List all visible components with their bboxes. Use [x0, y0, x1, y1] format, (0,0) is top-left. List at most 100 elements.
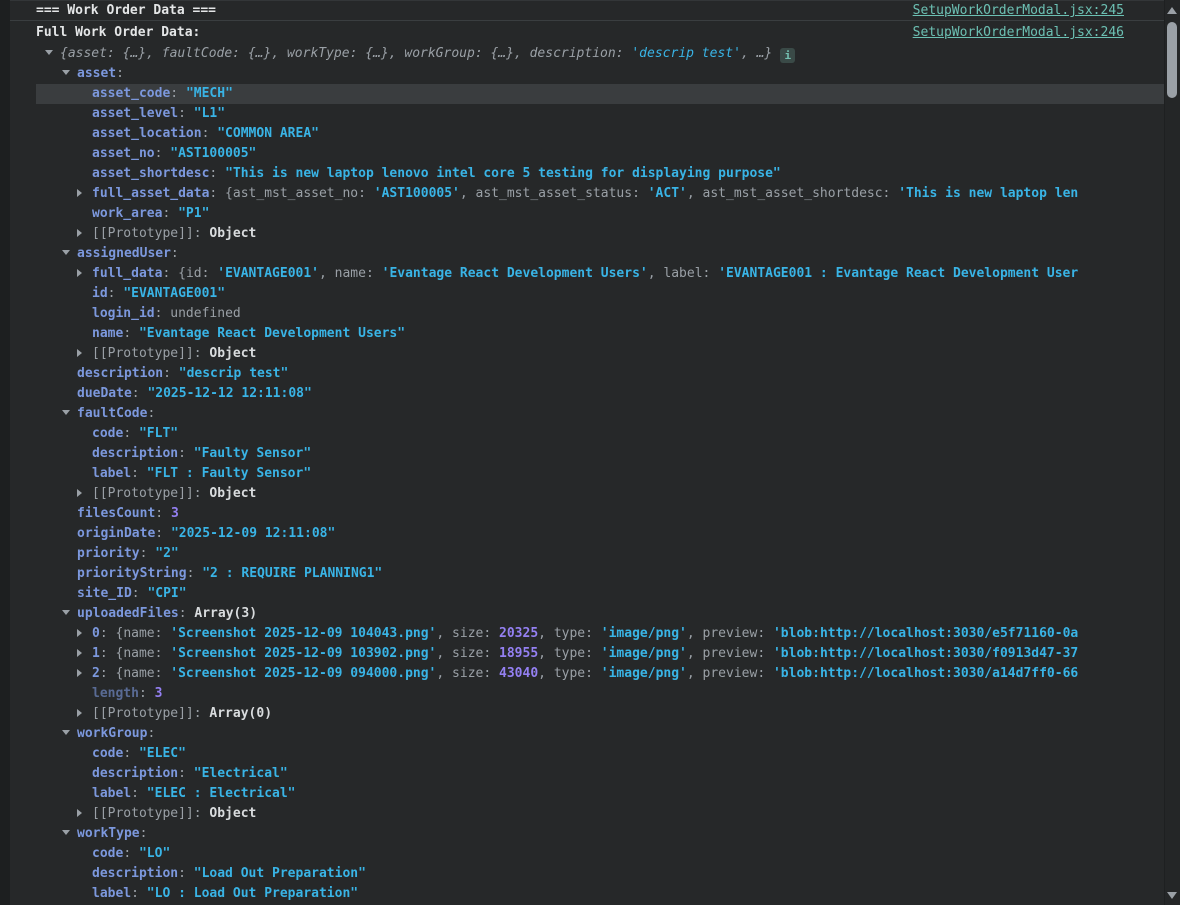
tree-row[interactable]: asset_level: "L1" — [36, 104, 1164, 124]
console-tree: {asset: {…}, faultCode: {…}, workType: {… — [10, 44, 1164, 904]
punctuation: : — [155, 506, 171, 521]
tree-row[interactable]: [[Prototype]]: Object — [36, 224, 1164, 244]
property-key: login_id — [92, 306, 155, 321]
string-value: "COMMON AREA" — [217, 126, 319, 141]
property-key: dueDate — [77, 386, 132, 401]
tree-row[interactable]: {asset: {…}, faultCode: {…}, workType: {… — [36, 44, 1164, 64]
object-value: Object — [209, 806, 256, 821]
punctuation: : — [123, 426, 139, 441]
tree-row[interactable]: asset_location: "COMMON AREA" — [36, 124, 1164, 144]
tree-row[interactable]: assignedUser: — [36, 244, 1164, 264]
tree-row[interactable]: 1: {name: 'Screenshot 2025-12-09 103902.… — [36, 644, 1164, 664]
tree-row[interactable]: [[Prototype]]: Object — [36, 484, 1164, 504]
punctuation: : — [123, 746, 139, 761]
tree-row[interactable]: asset_shortdesc: "This is new laptop len… — [36, 164, 1164, 184]
tree-row[interactable]: work_area: "P1" — [36, 204, 1164, 224]
punctuation: : — [187, 566, 203, 581]
punctuation: : — [155, 146, 171, 161]
vertical-scrollbar[interactable] — [1164, 0, 1180, 905]
tree-row[interactable]: description: "Electrical" — [36, 764, 1164, 784]
tree-row[interactable]: description: "Faulty Sensor" — [36, 444, 1164, 464]
tree-row[interactable]: originDate: "2025-12-09 12:11:08" — [36, 524, 1164, 544]
punctuation: : — [757, 626, 773, 641]
string-value: 'Screenshot 2025-12-09 104043.png' — [170, 626, 436, 641]
tree-row[interactable]: [[Prototype]]: Array(0) — [36, 704, 1164, 724]
tree-row[interactable]: site_ID: "CPI" — [36, 584, 1164, 604]
tree-row[interactable]: [[Prototype]]: Object — [36, 344, 1164, 364]
expand-arrow-icon[interactable] — [77, 804, 92, 824]
string-value: 'image/png' — [601, 626, 687, 641]
scrollbar-thumb[interactable] — [1167, 22, 1177, 98]
expand-arrow-icon[interactable] — [77, 224, 92, 244]
punctuation: , — [538, 626, 554, 641]
tree-row[interactable]: asset_no: "AST100005" — [36, 144, 1164, 164]
punctuation: , — [687, 626, 703, 641]
tree-row[interactable]: code: "FLT" — [36, 424, 1164, 444]
string-value: 'EVANTAGE001 : Evantage React Developmen… — [718, 266, 1078, 281]
string-value: 'blob:http://localhost:3030/a14d7ff0-66 — [773, 666, 1078, 681]
tree-row[interactable]: workType: — [36, 824, 1164, 844]
tree-row[interactable]: description: "Load Out Preparation" — [36, 864, 1164, 884]
tree-row[interactable]: workGroup: — [36, 724, 1164, 744]
tree-row[interactable]: id: "EVANTAGE001" — [36, 284, 1164, 304]
expand-arrow-icon[interactable] — [77, 704, 92, 724]
punctuation: [[Prototype]] — [92, 806, 194, 821]
string-value: "FLT" — [139, 426, 178, 441]
tree-row[interactable]: code: "ELEC" — [36, 744, 1164, 764]
tree-row[interactable]: login_id: undefined — [36, 304, 1164, 324]
source-link[interactable]: SetupWorkOrderModal.jsx:245 — [913, 3, 1124, 18]
tree-row[interactable]: label: "LO : Load Out Preparation" — [36, 884, 1164, 904]
tree-row[interactable]: label: "ELEC : Electrical" — [36, 784, 1164, 804]
punctuation: : — [132, 586, 148, 601]
tree-row[interactable]: asset_code: "MECH" — [36, 84, 1164, 104]
tree-row[interactable]: 0: {name: 'Screenshot 2025-12-09 104043.… — [36, 624, 1164, 644]
tree-row[interactable]: priority: "2" — [36, 544, 1164, 564]
scroll-down-arrow-icon[interactable] — [1167, 892, 1177, 899]
tree-row[interactable]: code: "LO" — [36, 844, 1164, 864]
tree-row[interactable]: name: "Evantage React Development Users" — [36, 324, 1164, 344]
scroll-up-arrow-icon[interactable] — [1167, 7, 1177, 14]
property-key: 1 — [92, 646, 100, 661]
collapse-arrow-icon[interactable] — [62, 824, 77, 844]
collapse-arrow-icon[interactable] — [62, 724, 77, 744]
tree-row[interactable]: length: 3 — [36, 684, 1164, 704]
collapse-arrow-icon[interactable] — [62, 404, 77, 424]
collapse-arrow-icon[interactable] — [62, 64, 77, 84]
devtools-console-panel: === Work Order Data === SetupWorkOrderMo… — [0, 0, 1180, 905]
collapse-arrow-icon[interactable] — [62, 604, 77, 624]
expand-arrow-icon[interactable] — [77, 484, 92, 504]
expand-arrow-icon[interactable] — [77, 344, 92, 364]
collapse-arrow-icon[interactable] — [45, 44, 60, 64]
expand-arrow-icon[interactable] — [77, 264, 92, 284]
expand-arrow-icon[interactable] — [77, 184, 92, 204]
property-key: workType — [77, 826, 140, 841]
tree-row[interactable]: 2: {name: 'Screenshot 2025-12-09 094000.… — [36, 664, 1164, 684]
tree-row[interactable]: priorityString: "2 : REQUIRE PLANNING1" — [36, 564, 1164, 584]
tree-row[interactable]: uploadedFiles: Array(3) — [36, 604, 1164, 624]
punctuation: : — [178, 106, 194, 121]
punctuation: : — [162, 206, 178, 221]
tree-row[interactable]: description: "descrip test" — [36, 364, 1164, 384]
string-value: "This is new laptop lenovo intel core 5 … — [225, 166, 781, 181]
punctuation: label — [663, 266, 702, 281]
collapse-arrow-icon[interactable] — [62, 244, 77, 264]
info-icon[interactable]: i — [780, 48, 795, 63]
tree-row[interactable]: faultCode: — [36, 404, 1164, 424]
expand-arrow-icon[interactable] — [77, 664, 92, 684]
punctuation: name — [123, 646, 154, 661]
punctuation: , — [538, 646, 554, 661]
expand-arrow-icon[interactable] — [77, 624, 92, 644]
tree-row[interactable]: filesCount: 3 — [36, 504, 1164, 524]
tree-row[interactable]: label: "FLT : Faulty Sensor" — [36, 464, 1164, 484]
source-link[interactable]: SetupWorkOrderModal.jsx:246 — [913, 25, 1124, 40]
tree-row[interactable]: full_data: {id: 'EVANTAGE001', name: 'Ev… — [36, 264, 1164, 284]
tree-row[interactable]: asset: — [36, 64, 1164, 84]
string-value: "EVANTAGE001" — [123, 286, 225, 301]
tree-row[interactable]: full_asset_data: {ast_mst_asset_no: 'AST… — [36, 184, 1164, 204]
tree-row[interactable]: [[Prototype]]: Object — [36, 804, 1164, 824]
punctuation: ast_mst_asset_status — [476, 186, 633, 201]
expand-arrow-icon[interactable] — [77, 644, 92, 664]
tree-row[interactable]: dueDate: "2025-12-12 12:11:08" — [36, 384, 1164, 404]
punctuation: : { — [100, 666, 123, 681]
punctuation: : — [163, 366, 179, 381]
